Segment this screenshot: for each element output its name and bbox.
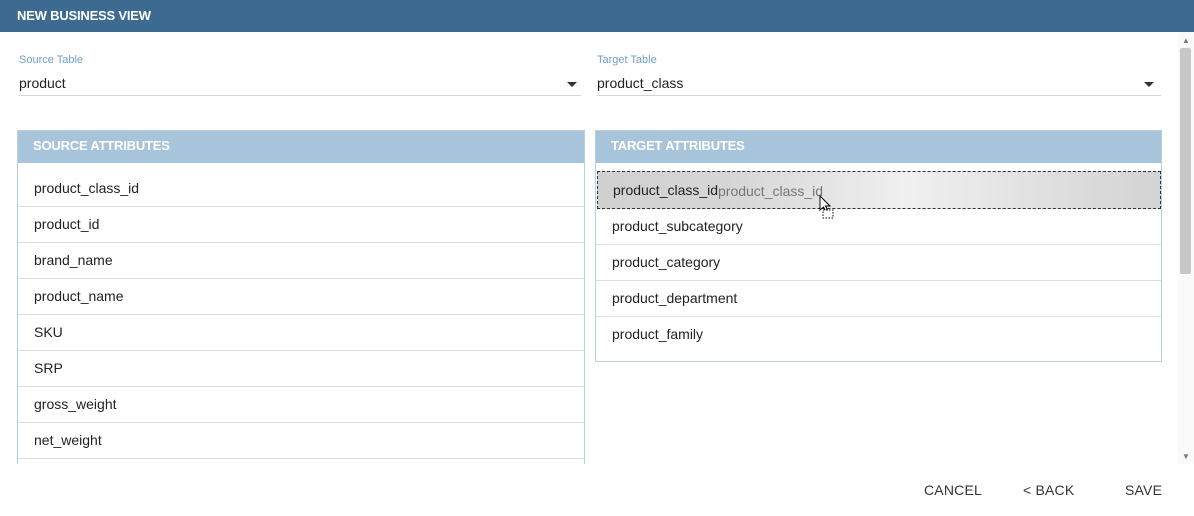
target-attributes-list: product_subcategory product_category pro… [596,209,1161,353]
source-attribute-item[interactable]: product_name [18,279,584,315]
source-table-underline [19,95,581,96]
source-table-select[interactable]: Source Table product [19,32,581,98]
target-attributes-header: TARGET ATTRIBUTES [596,131,1161,163]
source-attributes-header: SOURCE ATTRIBUTES [18,131,584,163]
dropdown-arrow-icon[interactable] [567,82,577,87]
target-attribute-item[interactable]: product_category [596,245,1161,281]
back-button[interactable]: < BACK [1023,482,1074,498]
scroll-down-arrow-icon[interactable]: ▼ [1178,450,1194,464]
source-attribute-item[interactable]: SRP [18,351,584,387]
source-attribute-item[interactable]: product_class_id [18,171,584,207]
target-table-label: Target Table [597,54,657,66]
target-table-select[interactable]: Target Table product_class [597,32,1161,98]
scrollbar-thumb[interactable] [1180,48,1191,274]
vertical-scrollbar[interactable]: ▲ ▼ [1178,32,1194,464]
target-attribute-item-dragging[interactable]: product_class_id product_class_id [597,171,1161,219]
source-attribute-item[interactable]: brand_name [18,243,584,279]
source-table-value[interactable]: product [19,75,66,91]
drag-ghost-label: product_class_id [718,183,824,199]
source-table-label: Source Table [19,54,84,66]
scroll-up-arrow-icon[interactable]: ▲ [1178,34,1194,48]
dropdown-arrow-icon[interactable] [1144,82,1154,87]
target-attribute-item[interactable]: product_subcategory [596,209,1161,245]
source-attribute-item[interactable]: SKU [18,315,584,351]
dialog-title: NEW BUSINESS VIEW [0,0,1194,32]
target-attribute-item[interactable]: product_department [596,281,1161,317]
dialog-content: Source Table product Target Table produc… [0,32,1178,464]
target-table-underline [597,95,1161,96]
target-table-value[interactable]: product_class [597,75,683,91]
target-attributes-panel: TARGET ATTRIBUTES product_class_id produ… [595,130,1162,362]
source-attribute-item[interactable]: net_weight [18,423,584,459]
source-attribute-item[interactable]: gross_weight [18,387,584,423]
target-attribute-item[interactable]: product_family [596,317,1161,353]
cancel-button[interactable]: CANCEL [924,482,982,498]
source-attribute-item[interactable]: product_id [18,207,584,243]
source-attributes-list: product_class_id product_id brand_name p… [18,163,584,459]
source-attributes-panel: SOURCE ATTRIBUTES product_class_id produ… [17,130,585,464]
target-attribute-label: product_class_id [613,182,719,198]
save-button[interactable]: SAVE [1125,482,1162,498]
